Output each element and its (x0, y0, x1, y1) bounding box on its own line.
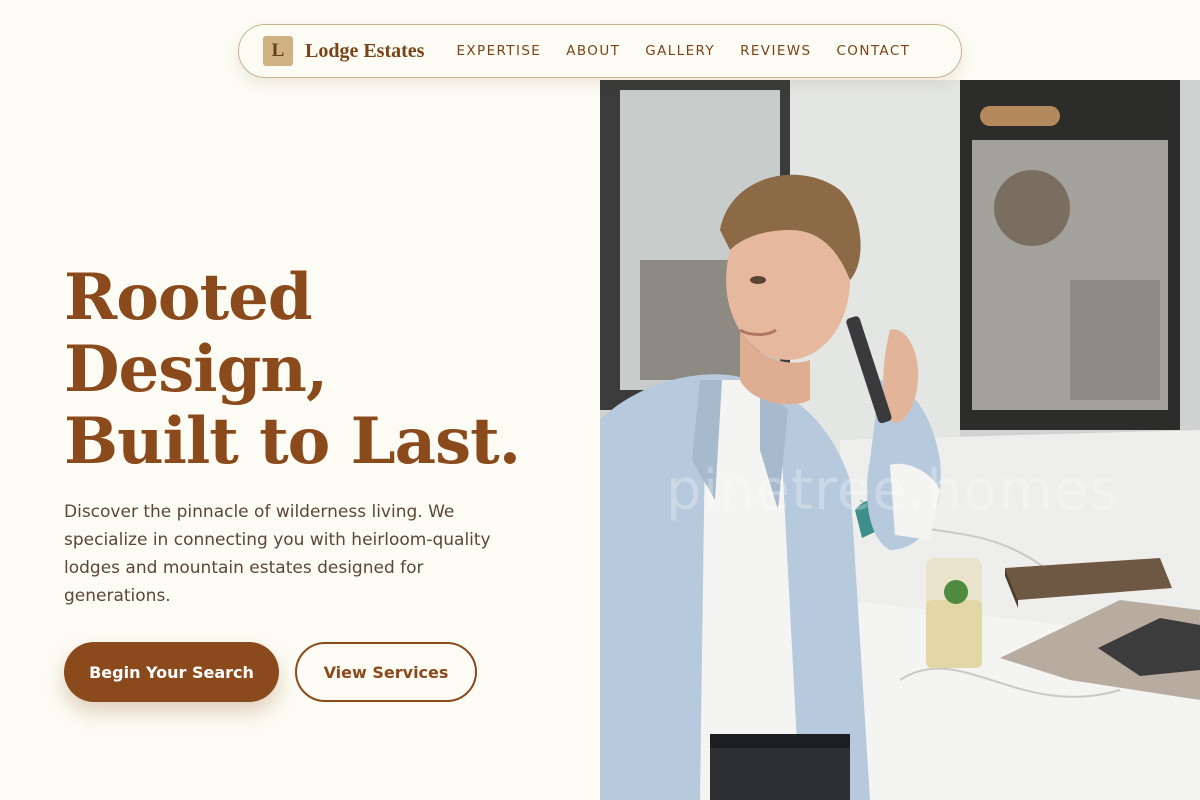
hero-headline-line-2: Design, (64, 332, 328, 407)
begin-search-button[interactable]: Begin Your Search (64, 642, 279, 702)
nav-link-expertise[interactable]: EXPERTISE (456, 43, 541, 59)
hero-description: Discover the pinnacle of wilderness livi… (64, 502, 491, 606)
hero-headline-line-3: Built to Last. (64, 404, 521, 479)
main-nav: L Lodge Estates EXPERTISE ABOUT GALLERY … (238, 24, 962, 78)
brand-name[interactable]: Lodge Estates (305, 40, 424, 63)
hero-headline: Rooted Design, Built to Last. (64, 262, 584, 478)
brand-logo-icon[interactable]: L (263, 36, 293, 66)
nav-link-gallery[interactable]: GALLERY (645, 43, 715, 59)
nav-links: EXPERTISE ABOUT GALLERY REVIEWS CONTACT (456, 43, 910, 59)
view-services-button[interactable]: View Services (295, 642, 477, 702)
nav-link-about[interactable]: ABOUT (566, 43, 620, 59)
image-watermark: pinetree.homes (666, 458, 1120, 523)
hero-headline-line-1: Rooted (64, 260, 313, 335)
nav-link-contact[interactable]: CONTACT (836, 43, 910, 59)
nav-link-reviews[interactable]: REVIEWS (740, 43, 811, 59)
hero-image: pinetree.homes (600, 80, 1200, 800)
hero-photo-illustration (600, 80, 1200, 800)
